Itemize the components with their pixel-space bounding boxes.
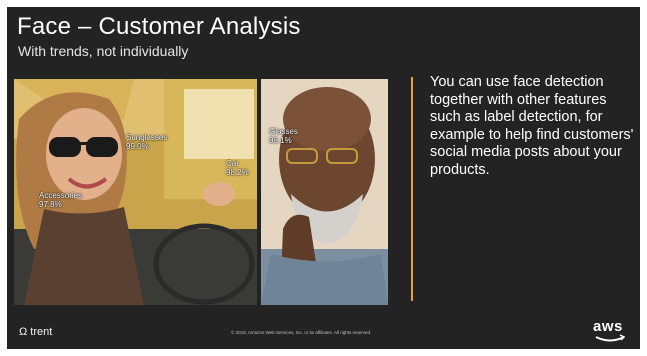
slide-body-text: You can use face detection together with… — [430, 74, 634, 178]
slide-subtitle: With trends, not individually — [18, 43, 189, 59]
tag-sunglasses: Sunglasses 99.0% — [126, 133, 168, 151]
aws-smile-icon — [595, 334, 626, 342]
photo-man-glasses: Glasses 99.1% — [261, 79, 388, 305]
man-glasses-illustration — [261, 79, 388, 305]
tag-glasses: Glasses 99.1% — [269, 127, 298, 145]
photo-woman-sunglasses: Sunglasses 99.0% Car 98.2% Accessories 9… — [14, 79, 257, 305]
accent-divider — [411, 77, 413, 301]
footer-label: Ω trent — [19, 326, 53, 338]
tag-accessories: Accessories 97.8% — [39, 191, 83, 209]
copyright-text: © 2019, Amazon Web Services, Inc. or its… — [231, 330, 372, 335]
slide: Face – Customer Analysis With trends, no… — [7, 7, 640, 349]
aws-logo: aws — [593, 318, 627, 344]
slide-title: Face – Customer Analysis — [17, 13, 301, 40]
tag-car: Car 98.2% — [226, 159, 249, 177]
